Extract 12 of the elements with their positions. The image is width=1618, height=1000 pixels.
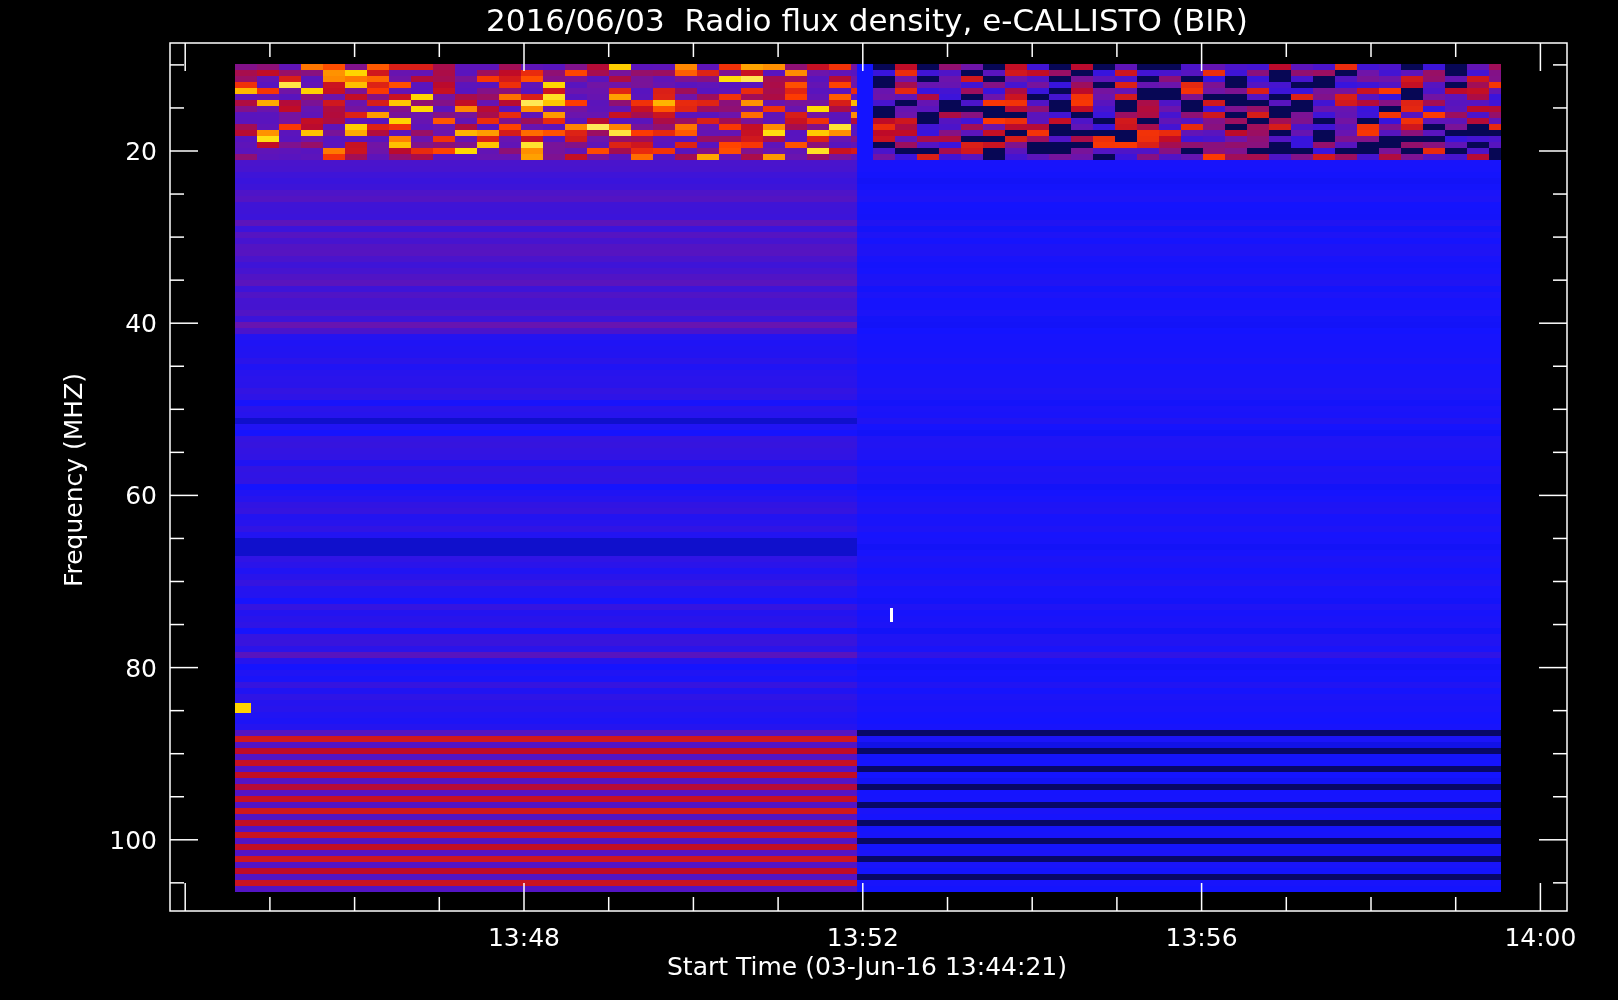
tick-label: 40 <box>125 309 157 339</box>
tick-label: 13:48 <box>488 923 560 952</box>
tick-label: 100 <box>109 825 157 855</box>
axis-label: Frequency (MHZ) <box>59 372 88 588</box>
tick-label: 20 <box>125 137 157 166</box>
tick-label: 60 <box>125 481 157 511</box>
chart-title: 2016/06/03 Radio flux density, e-CALLISTO (BIR) <box>486 2 1248 38</box>
tick-label: 14:00 <box>1504 923 1577 952</box>
axis-label: Start Time (03-Jun-16 13:44:21) <box>667 952 1067 981</box>
tick-label: 80 <box>125 653 157 683</box>
tick-label: 13:52 <box>826 923 899 952</box>
tick-label: 13:56 <box>1165 923 1238 952</box>
